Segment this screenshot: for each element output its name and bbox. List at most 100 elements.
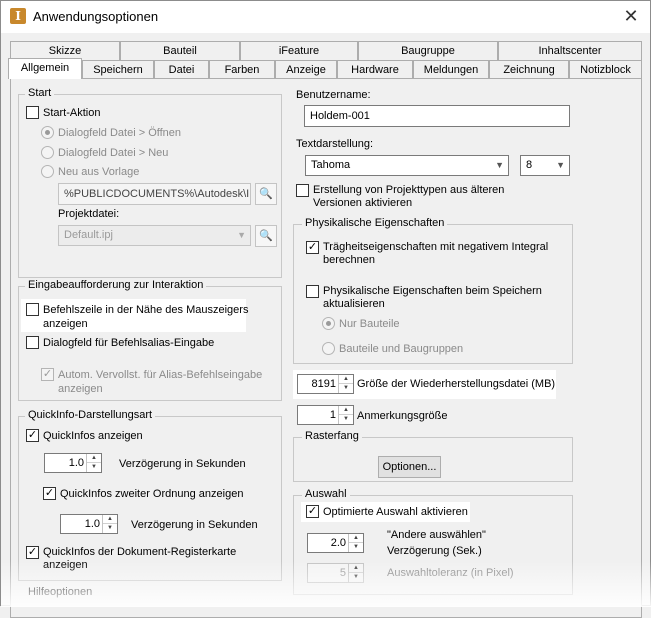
selection-tolerance-label: Auswahltoleranz (in Pixel) — [387, 567, 514, 579]
spin-up-icon[interactable]: ▲ — [87, 454, 101, 463]
spin-down-icon[interactable]: ▼ — [349, 573, 363, 582]
spin-down-icon[interactable]: ▼ — [339, 415, 353, 424]
spin-down-icon[interactable]: ▼ — [87, 463, 101, 472]
negative-integral-checkbox[interactable]: ✓ — [306, 241, 319, 254]
browse-icon: 🔍 — [259, 188, 273, 200]
start-group-label: Start — [25, 87, 55, 99]
annotation-size-value: 1 — [329, 409, 336, 421]
update-on-save-label-2: aktualisieren — [323, 298, 385, 310]
second-order-quickinfo-checkbox[interactable]: ✓ — [43, 487, 56, 500]
browse-project-button[interactable]: 🔍 — [255, 225, 277, 247]
alias-autocomplete-label-2: anzeigen — [58, 383, 103, 395]
grid-snap-options-button[interactable]: Optionen... — [378, 456, 441, 478]
tab-anzeige[interactable]: Anzeige — [275, 60, 337, 79]
spin-up-icon[interactable]: ▲ — [349, 534, 363, 543]
show-quickinfo-label: QuickInfos anzeigen — [43, 430, 143, 442]
window-title: Anwendungsoptionen — [33, 9, 159, 24]
legacy-project-types-checkbox[interactable] — [296, 184, 309, 197]
spin-up-icon[interactable]: ▲ — [339, 406, 353, 415]
alias-autocomplete-label-1: Autom. Vervollst. für Alias-Befehlseinga… — [58, 369, 263, 381]
select-other-delay-stepper[interactable]: 2.0 ▲ ▼ — [307, 533, 364, 553]
project-file-value: Default.ipj — [64, 229, 113, 241]
spin-down-icon[interactable]: ▼ — [339, 384, 353, 393]
options-dialog: I Anwendungsoptionen ✕ Skizze Bauteil iF… — [0, 0, 651, 618]
select-other-delay-value: 2.0 — [330, 537, 346, 549]
check-icon: ✓ — [307, 241, 318, 253]
start-action-checkbox[interactable] — [26, 106, 39, 119]
optimized-selection-checkbox[interactable]: ✓ — [306, 505, 319, 518]
second-order-quickinfo-label: QuickInfos zweiter Ordnung anzeigen — [60, 488, 244, 500]
show-quickinfo-checkbox[interactable]: ✓ — [26, 429, 39, 442]
username-input[interactable]: Holdem-001 — [304, 105, 570, 127]
tab-allgemein[interactable]: Allgemein — [8, 58, 82, 79]
tab-bauteil[interactable]: Bauteil — [120, 41, 240, 60]
font-select[interactable]: Tahoma ▼ — [305, 155, 509, 176]
selection-tolerance-value: 5 — [339, 567, 346, 579]
font-size-select[interactable]: 8 ▼ — [520, 155, 570, 176]
browse-icon: 🔍 — [259, 230, 273, 242]
recovery-size-label: Größe der Wiederherstellungsdatei (MB) — [357, 378, 556, 390]
doc-tab-quickinfo-label-1: QuickInfos der Dokument-Registerkarte — [43, 546, 237, 558]
radio-parts-and-assemblies[interactable] — [322, 342, 335, 355]
tab-zeichnung[interactable]: Zeichnung — [489, 60, 569, 79]
chevron-down-icon: ▼ — [495, 160, 504, 170]
tab-speichern[interactable]: Speichern — [82, 60, 154, 79]
spin-down-icon[interactable]: ▼ — [103, 524, 117, 533]
spin-up-icon[interactable]: ▲ — [349, 564, 363, 573]
radio-dialog-open[interactable] — [41, 126, 54, 139]
quickinfo-delay-stepper[interactable]: 1.0 ▲ ▼ — [44, 453, 102, 473]
grid-snap-group-label: Rasterfang — [302, 430, 362, 442]
annotation-size-label: Anmerkungsgröße — [357, 410, 448, 422]
selection-tolerance-stepper[interactable]: 5 ▲ ▼ — [307, 563, 364, 583]
tab-farben[interactable]: Farben — [209, 60, 275, 79]
tab-baugruppe[interactable]: Baugruppe — [358, 41, 498, 60]
doc-tab-quickinfo-checkbox[interactable]: ✓ — [26, 546, 39, 559]
project-file-label: Projektdatei: — [58, 208, 120, 220]
tab-datei[interactable]: Datei — [154, 60, 209, 79]
check-icon: ✓ — [27, 546, 38, 558]
radio-parts-only-label: Nur Bauteile — [339, 318, 400, 330]
doc-tab-quickinfo-label-2: anzeigen — [43, 559, 88, 571]
recovery-size-stepper[interactable]: 8191 ▲ ▼ — [297, 374, 354, 394]
cmdline-near-cursor-checkbox[interactable] — [26, 303, 39, 316]
tab-notizblock[interactable]: Notizblock — [569, 60, 642, 79]
template-path-field[interactable]: %PUBLICDOCUMENTS%\Autodesk\Inv — [58, 183, 251, 205]
font-value: Tahoma — [311, 159, 351, 171]
chevron-down-icon: ▼ — [237, 230, 246, 240]
radio-dialog-new[interactable] — [41, 146, 54, 159]
second-order-delay-label: Verzögerung in Sekunden — [131, 519, 258, 531]
radio-parts-only[interactable] — [322, 317, 335, 330]
close-icon[interactable]: ✕ — [620, 5, 642, 27]
spin-up-icon[interactable]: ▲ — [103, 515, 117, 524]
spin-down-icon[interactable]: ▼ — [349, 543, 363, 552]
select-other-label-2: Verzögerung (Sek.) — [387, 545, 482, 557]
font-size-value: 8 — [526, 159, 533, 171]
quickinfo-delay-label: Verzögerung in Sekunden — [119, 458, 246, 470]
annotation-size-stepper[interactable]: 1 ▲ ▼ — [297, 405, 354, 425]
legacy-project-types-label-2: Versionen aktivieren — [313, 197, 413, 209]
spin-up-icon[interactable]: ▲ — [339, 375, 353, 384]
select-other-label-1: "Andere auswählen" — [387, 529, 486, 541]
alias-dialog-label: Dialogfeld für Befehlsalias-Eingabe — [43, 337, 215, 349]
tab-inhaltscenter[interactable]: Inhaltscenter — [498, 41, 642, 60]
quickinfo-delay-value: 1.0 — [68, 457, 84, 469]
radio-new-from-template[interactable] — [41, 165, 54, 178]
browse-template-button[interactable]: 🔍 — [255, 183, 277, 205]
recovery-size-value: 8191 — [311, 378, 336, 390]
tab-hardware[interactable]: Hardware — [337, 60, 413, 79]
second-order-delay-stepper[interactable]: 1.0 ▲ ▼ — [60, 514, 118, 534]
start-action-label: Start-Aktion — [43, 107, 101, 119]
help-options-group-label: Hilfeoptionen — [25, 586, 96, 598]
tab-meldungen[interactable]: Meldungen — [413, 60, 489, 79]
radio-parts-and-assemblies-label: Bauteile und Baugruppen — [339, 343, 464, 355]
alias-autocomplete-checkbox[interactable]: ✓ — [41, 368, 54, 381]
project-file-select[interactable]: Default.ipj ▼ — [58, 225, 251, 246]
tab-ifeature[interactable]: iFeature — [240, 41, 358, 60]
alias-dialog-checkbox[interactable] — [26, 336, 39, 349]
update-on-save-checkbox[interactable] — [306, 285, 319, 298]
check-icon: ✓ — [44, 487, 55, 499]
update-on-save-label-1: Physikalische Eigenschaften beim Speiche… — [323, 285, 542, 297]
optimized-selection-label: Optimierte Auswahl aktivieren — [323, 506, 468, 518]
title-bar: I Anwendungsoptionen ✕ — [1, 1, 650, 33]
quickinfo-group-label: QuickInfo-Darstellungsart — [25, 409, 156, 421]
